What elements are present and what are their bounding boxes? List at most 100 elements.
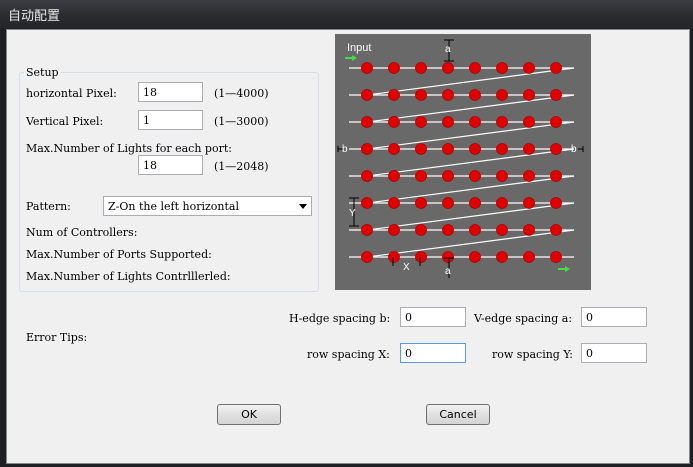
- window-title: 自动配置: [8, 9, 61, 24]
- led-dot: [550, 143, 562, 155]
- led-dot: [550, 170, 562, 182]
- led-dot: [361, 224, 373, 236]
- title-bar[interactable]: 自动配置: [0, 0, 693, 28]
- ok-button[interactable]: OK: [217, 404, 281, 425]
- row-spacing-y-input[interactable]: 0: [581, 343, 647, 363]
- led-dot: [523, 170, 535, 182]
- max-lights-range: (1—2048): [214, 160, 269, 173]
- led-dot: [388, 89, 400, 101]
- led-dot: [550, 197, 562, 209]
- led-dot: [361, 251, 373, 263]
- vertical-pixel-label: Vertical Pixel:: [26, 115, 104, 128]
- led-dot: [496, 170, 508, 182]
- led-dot: [442, 62, 454, 74]
- horizontal-pixel-input[interactable]: 18: [138, 82, 203, 102]
- led-dot: [415, 251, 427, 263]
- led-dot: [550, 224, 562, 236]
- led-dot: [469, 224, 481, 236]
- horizontal-pixel-label: horizontal Pixel:: [26, 87, 117, 100]
- row-spacing-x-label: row spacing X:: [307, 348, 390, 361]
- wiring-diagram: Input a b b Y X a: [335, 34, 591, 290]
- v-edge-spacing-label: V-edge spacing a:: [474, 312, 573, 325]
- led-dot: [388, 170, 400, 182]
- v-edge-spacing-input[interactable]: 0: [581, 307, 647, 327]
- led-dot: [442, 251, 454, 263]
- led-dot: [523, 224, 535, 236]
- led-dot: [496, 224, 508, 236]
- led-dot: [550, 89, 562, 101]
- led-dot: [523, 143, 535, 155]
- max-lights-input[interactable]: 18: [138, 155, 203, 175]
- input-label: Input: [347, 42, 371, 54]
- led-dot: [496, 62, 508, 74]
- label-b-left: b: [342, 144, 348, 155]
- led-dot: [523, 116, 535, 128]
- led-dot: [415, 89, 427, 101]
- led-dot: [442, 224, 454, 236]
- led-dot: [388, 224, 400, 236]
- led-dot: [523, 62, 535, 74]
- max-ports-label: Max.Number of Ports Supported:: [26, 248, 212, 261]
- led-dot: [469, 251, 481, 263]
- label-a-bottom: a: [445, 266, 451, 277]
- led-dot: [496, 143, 508, 155]
- led-dot: [550, 251, 562, 263]
- led-dot: [361, 170, 373, 182]
- pattern-select[interactable]: Z-On the left horizontal: [103, 196, 312, 216]
- led-dot: [550, 62, 562, 74]
- chevron-down-icon[interactable]: [299, 204, 307, 209]
- led-dot: [523, 89, 535, 101]
- row-spacing-y-label: row spacing Y:: [492, 348, 573, 361]
- led-dot: [361, 197, 373, 209]
- label-x: X: [403, 262, 410, 273]
- led-dot: [469, 116, 481, 128]
- led-dot: [442, 170, 454, 182]
- led-dot: [469, 89, 481, 101]
- led-dot: [415, 62, 427, 74]
- led-dot: [469, 170, 481, 182]
- led-dot: [442, 89, 454, 101]
- setup-group-title: Setup: [24, 66, 61, 79]
- led-dot: [496, 116, 508, 128]
- vertical-pixel-range: (1—3000): [214, 115, 269, 128]
- vertical-pixel-input[interactable]: 1: [138, 110, 203, 130]
- dialog-body: Setup horizontal Pixel: 18 (1—4000) Vert…: [6, 29, 690, 464]
- pattern-label: Pattern:: [26, 200, 71, 213]
- led-dot: [361, 116, 373, 128]
- led-dot: [496, 197, 508, 209]
- led-dot: [388, 197, 400, 209]
- row-spacing-x-input[interactable]: 0: [400, 343, 466, 363]
- h-edge-spacing-input[interactable]: 0: [400, 307, 466, 327]
- led-dot: [388, 116, 400, 128]
- led-dot: [361, 143, 373, 155]
- label-a-top: a: [445, 44, 451, 55]
- label-y: Y: [349, 208, 356, 219]
- cancel-button[interactable]: Cancel: [426, 404, 490, 425]
- led-dot: [388, 62, 400, 74]
- led-dot: [469, 62, 481, 74]
- led-dot: [361, 62, 373, 74]
- led-dot: [442, 197, 454, 209]
- pattern-select-value: Z-On the left horizontal: [108, 200, 239, 213]
- led-dot: [496, 251, 508, 263]
- led-dot: [469, 143, 481, 155]
- horizontal-pixel-range: (1—4000): [214, 87, 269, 100]
- led-dot: [442, 116, 454, 128]
- led-dot: [388, 143, 400, 155]
- max-lights-controlled-label: Max.Number of Lights Contrlllerled:: [26, 270, 231, 283]
- num-controllers-label: Num of Controllers:: [26, 226, 138, 239]
- label-b-right: b: [571, 144, 577, 155]
- max-lights-label: Max.Number of Lights for each port:: [26, 142, 232, 155]
- led-dot: [523, 251, 535, 263]
- led-dot: [496, 89, 508, 101]
- h-edge-spacing-label: H-edge spacing b:: [289, 312, 391, 325]
- led-dot: [550, 116, 562, 128]
- led-dot: [388, 251, 400, 263]
- led-dot: [469, 197, 481, 209]
- led-dot: [415, 116, 427, 128]
- led-dot: [415, 143, 427, 155]
- led-dot: [415, 170, 427, 182]
- led-dot: [442, 143, 454, 155]
- led-dot: [361, 89, 373, 101]
- led-dot: [415, 197, 427, 209]
